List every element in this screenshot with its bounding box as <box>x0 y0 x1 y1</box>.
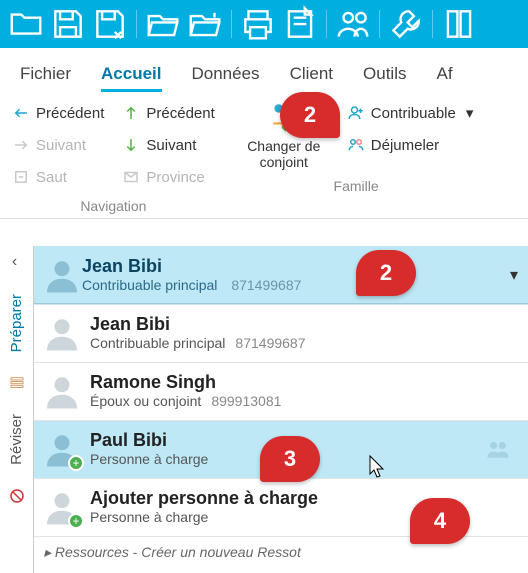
dropdown-item-principal[interactable]: Jean Bibi Contribuable principal 87149968… <box>34 305 528 363</box>
nav-next: Suivant <box>12 132 104 158</box>
user-plus-icon <box>347 104 365 122</box>
dropdown-role: Contribuable principal <box>90 335 225 351</box>
rail-prepare[interactable]: Préparer <box>8 294 25 352</box>
toolbar-separator <box>432 10 433 38</box>
nav-jump: Saut <box>12 164 104 190</box>
person-icon <box>42 313 82 353</box>
plus-badge-icon: + <box>68 455 84 471</box>
note-icon[interactable] <box>280 4 320 44</box>
callout-3: 3 <box>260 436 320 482</box>
taxpayer-header[interactable]: Jean Bibi Contribuable principal 8714996… <box>34 246 528 304</box>
dropdown-role: Personne à charge <box>90 509 208 525</box>
dropdown-item-spouse[interactable]: Ramone Singh Époux ou conjoint 899913081 <box>34 363 528 421</box>
ribbon-tabs: Fichier Accueil Données Client Outils Af <box>0 48 528 92</box>
change-spouse-label: Changer de conjoint <box>239 138 329 170</box>
group-navigation-label: Navigation <box>80 198 146 214</box>
person-icon <box>42 371 82 411</box>
dropdown-name: Ramone Singh <box>90 372 281 393</box>
taxpayer-dropdown-label: Contribuable <box>371 105 456 122</box>
arrow-down-icon <box>122 136 140 154</box>
nav-prev-up[interactable]: Précédent <box>122 100 214 126</box>
dropdown-sin: 899913081 <box>211 393 281 409</box>
open-icon[interactable] <box>143 4 183 44</box>
nav-prev-label: Précédent <box>36 105 104 122</box>
dropdown-caret-icon: ▾ <box>466 104 474 122</box>
taxpayer-name: Jean Bibi <box>82 256 301 277</box>
chevron-down-icon[interactable]: ▾ <box>510 265 518 285</box>
open-recent-icon[interactable] <box>185 4 225 44</box>
unlink-people-icon <box>347 136 365 154</box>
folder-icon[interactable] <box>6 4 46 44</box>
group-navigation: Précédent Suivant Saut Précédent <box>0 92 227 218</box>
tab-client[interactable]: Client <box>290 58 333 92</box>
left-rail: ‹ Préparer Réviser <box>0 246 34 573</box>
nav-province-label: Province <box>146 169 204 186</box>
dropdown-role: Époux ou conjoint <box>90 393 201 409</box>
resources-label: Ressources <box>55 544 129 560</box>
jump-icon <box>12 168 30 186</box>
rail-cancel-icon[interactable] <box>8 487 26 505</box>
nav-next-label: Suivant <box>36 137 86 154</box>
arrow-right-icon <box>12 136 30 154</box>
resources-hint: Créer un nouveau Ressot <box>141 544 301 560</box>
background-resources-row: ▸ Ressources - Créer un nouveau Ressot <box>34 540 528 565</box>
rail-review[interactable]: Réviser <box>8 414 25 465</box>
users-swap-icon[interactable] <box>333 4 373 44</box>
dropdown-role: Personne à charge <box>90 451 208 467</box>
plus-badge-icon: + <box>68 513 84 529</box>
nav-province: Province <box>122 164 214 190</box>
dropdown-name: Ajouter personne à charge <box>90 488 318 509</box>
toolbar-separator <box>326 10 327 38</box>
book-icon[interactable] <box>439 4 479 44</box>
collapse-rail-icon[interactable]: ‹ <box>5 252 25 272</box>
callout-4: 4 <box>410 498 470 544</box>
dropdown-name: Paul Bibi <box>90 430 208 451</box>
person-plus-icon: + <box>42 487 82 527</box>
callout-2-header: 2 <box>356 250 416 296</box>
tab-outils[interactable]: Outils <box>363 58 406 92</box>
callout-2-top: 2 <box>280 92 340 138</box>
group-icon <box>484 435 512 463</box>
dropdown-name: Jean Bibi <box>90 314 306 335</box>
cursor-icon <box>368 454 388 480</box>
taxpayer-role: Contribuable principal <box>82 277 217 293</box>
tab-accueil[interactable]: Accueil <box>101 58 161 92</box>
nav-prev-up-label: Précédent <box>146 105 214 122</box>
tab-fichier[interactable]: Fichier <box>20 58 71 92</box>
save-as-icon[interactable] <box>90 4 130 44</box>
arrow-left-icon <box>12 104 30 122</box>
toolbar-separator <box>379 10 380 38</box>
print-icon[interactable] <box>238 4 278 44</box>
person-plus-icon: + <box>42 429 82 469</box>
province-icon <box>122 168 140 186</box>
person-icon <box>42 255 82 295</box>
group-family-label: Famille <box>334 178 379 194</box>
ribbon: Précédent Suivant Saut Précédent <box>0 92 528 219</box>
tab-donnees[interactable]: Données <box>192 58 260 92</box>
nav-next-down[interactable]: Suivant <box>122 132 214 158</box>
unlink-button[interactable]: Déjumeler <box>347 132 474 158</box>
tab-affichage[interactable]: Af <box>437 58 453 92</box>
nav-prev[interactable]: Précédent <box>12 100 104 126</box>
dropdown-sin: 871499687 <box>235 335 305 351</box>
toolbar-separator <box>136 10 137 38</box>
app-toolbar <box>0 0 528 48</box>
nav-jump-label: Saut <box>36 169 67 186</box>
save-icon[interactable] <box>48 4 88 44</box>
taxpayer-dropdown[interactable]: Contribuable ▾ <box>347 100 474 126</box>
rail-stacks-icon[interactable] <box>8 374 26 392</box>
toolbar-separator <box>231 10 232 38</box>
taxpayer-sin: 871499687 <box>231 277 301 293</box>
group-family: Changer de conjoint Contribuable ▾ Déjum… <box>227 92 486 218</box>
unlink-label: Déjumeler <box>371 137 439 154</box>
wrench-icon[interactable] <box>386 4 426 44</box>
nav-next-down-label: Suivant <box>146 137 196 154</box>
arrow-up-icon <box>122 104 140 122</box>
